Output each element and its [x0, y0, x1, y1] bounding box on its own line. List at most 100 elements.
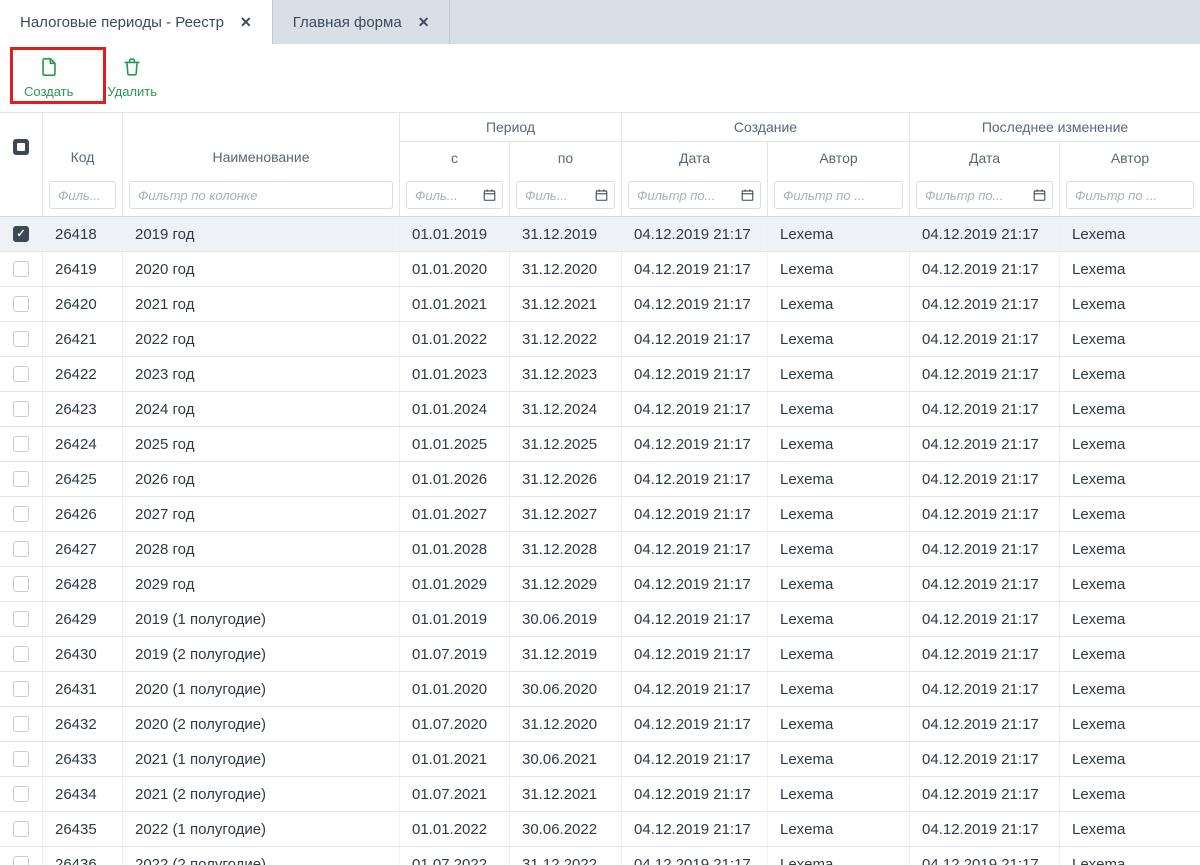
column-header-period-from[interactable]: с [400, 142, 510, 174]
row-code-cell: 26429 [43, 602, 123, 636]
table-row[interactable]: 264312020 (1 полугодие)01.01.202030.06.2… [0, 672, 1200, 707]
row-created-date-cell: 04.12.2019 21:17 [622, 532, 768, 566]
tab-main-form[interactable]: Главная форма ✕ [272, 0, 451, 44]
row-modified-author-cell: Lexema [1060, 462, 1200, 496]
row-checkbox[interactable] [13, 576, 29, 592]
row-checkbox-cell [0, 322, 43, 356]
row-checkbox[interactable] [13, 226, 29, 242]
row-created-author-cell: Lexema [768, 217, 910, 251]
column-header-created-author[interactable]: Автор [768, 142, 910, 174]
row-checkbox[interactable] [13, 681, 29, 697]
calendar-icon[interactable] [741, 189, 754, 202]
table-row[interactable]: 264272028 год01.01.202831.12.202804.12.2… [0, 532, 1200, 567]
table-row[interactable]: 264332021 (1 полугодие)01.01.202130.06.2… [0, 742, 1200, 777]
row-checkbox[interactable] [13, 821, 29, 837]
filter-input-created-author[interactable] [774, 181, 903, 209]
row-period-from-cell: 01.01.2029 [400, 567, 510, 601]
group-header-label: Период [486, 119, 535, 135]
filter-cell-name [123, 174, 400, 216]
table-row[interactable]: 264182019 год01.01.201931.12.201904.12.2… [0, 217, 1200, 252]
row-name-cell: 2019 год [123, 217, 400, 251]
table-row[interactable]: 264292019 (1 полугодие)01.01.201930.06.2… [0, 602, 1200, 637]
table-row[interactable]: 264282029 год01.01.202931.12.202904.12.2… [0, 567, 1200, 602]
column-header-label: Автор [1111, 150, 1149, 166]
row-checkbox-cell [0, 252, 43, 286]
row-checkbox[interactable] [13, 366, 29, 382]
table-row[interactable]: 264342021 (2 полугодие)01.07.202131.12.2… [0, 777, 1200, 812]
column-header-modified-date[interactable]: Дата [910, 142, 1060, 174]
row-period-to-cell: 31.12.2023 [510, 357, 622, 391]
table-row[interactable]: 264212022 год01.01.202231.12.202204.12.2… [0, 322, 1200, 357]
row-checkbox[interactable] [13, 646, 29, 662]
row-code-cell: 26435 [43, 812, 123, 846]
row-period-from-cell: 01.01.2020 [400, 252, 510, 286]
column-header-created-date[interactable]: Дата [622, 142, 768, 174]
row-modified-author-cell: Lexema [1060, 707, 1200, 741]
header-select-all-cell [0, 113, 43, 216]
table-row[interactable]: 264232024 год01.01.202431.12.202404.12.2… [0, 392, 1200, 427]
row-name-cell: 2019 (1 полугодие) [123, 602, 400, 636]
row-modified-author-cell: Lexema [1060, 392, 1200, 426]
tab-close-icon[interactable]: ✕ [240, 14, 252, 31]
row-created-date-cell: 04.12.2019 21:17 [622, 777, 768, 811]
row-created-author-cell: Lexema [768, 252, 910, 286]
row-checkbox[interactable] [13, 471, 29, 487]
tab-tax-periods-registry[interactable]: Налоговые периоды - Реестр ✕ [0, 0, 272, 44]
column-header-period-to[interactable]: по [510, 142, 622, 174]
column-header-code[interactable]: Код [43, 113, 123, 174]
table-row[interactable]: 264362022 (2 полугодие)01.07.202231.12.2… [0, 847, 1200, 865]
row-checkbox[interactable] [13, 436, 29, 452]
row-period-to-cell: 30.06.2022 [510, 812, 622, 846]
row-modified-author-cell: Lexema [1060, 287, 1200, 321]
table-row[interactable]: 264222023 год01.01.202331.12.202304.12.2… [0, 357, 1200, 392]
row-name-cell: 2020 (2 полугодие) [123, 707, 400, 741]
table-body: 264182019 год01.01.201931.12.201904.12.2… [0, 217, 1200, 865]
row-checkbox-cell [0, 812, 43, 846]
row-created-date-cell: 04.12.2019 21:17 [622, 497, 768, 531]
row-created-date-cell: 04.12.2019 21:17 [622, 287, 768, 321]
create-button[interactable]: Создать [14, 52, 83, 103]
filter-cell-code [43, 174, 123, 216]
row-period-from-cell: 01.01.2021 [400, 742, 510, 776]
row-checkbox[interactable] [13, 751, 29, 767]
row-created-author-cell: Lexema [768, 567, 910, 601]
table-row[interactable]: 264252026 год01.01.202631.12.202604.12.2… [0, 462, 1200, 497]
filter-input-name[interactable] [129, 181, 393, 209]
filter-input-modified-author[interactable] [1066, 181, 1194, 209]
row-period-to-cell: 31.12.2021 [510, 777, 622, 811]
row-checkbox[interactable] [13, 401, 29, 417]
tab-close-icon[interactable]: ✕ [418, 14, 430, 31]
row-checkbox-cell [0, 427, 43, 461]
row-period-to-cell: 30.06.2021 [510, 742, 622, 776]
table-row[interactable]: 264262027 год01.01.202731.12.202704.12.2… [0, 497, 1200, 532]
delete-button[interactable]: Удалить [97, 52, 167, 103]
table-row[interactable]: 264352022 (1 полугодие)01.01.202230.06.2… [0, 812, 1200, 847]
select-all-checkbox[interactable] [13, 139, 29, 155]
row-checkbox[interactable] [13, 716, 29, 732]
filter-input-code[interactable] [49, 181, 116, 209]
row-name-cell: 2029 год [123, 567, 400, 601]
row-checkbox[interactable] [13, 296, 29, 312]
table-row[interactable]: 264302019 (2 полугодие)01.07.201931.12.2… [0, 637, 1200, 672]
table-row[interactable]: 264242025 год01.01.202531.12.202504.12.2… [0, 427, 1200, 462]
row-checkbox[interactable] [13, 331, 29, 347]
row-checkbox[interactable] [13, 611, 29, 627]
column-header-name[interactable]: Наименование [123, 113, 400, 174]
row-checkbox[interactable] [13, 786, 29, 802]
row-checkbox-cell [0, 462, 43, 496]
row-checkbox[interactable] [13, 506, 29, 522]
table-row[interactable]: 264192020 год01.01.202031.12.202004.12.2… [0, 252, 1200, 287]
table-row[interactable]: 264202021 год01.01.202131.12.202104.12.2… [0, 287, 1200, 322]
row-period-from-cell: 01.07.2022 [400, 847, 510, 865]
column-header-modified-author[interactable]: Автор [1060, 142, 1200, 174]
row-modified-date-cell: 04.12.2019 21:17 [910, 322, 1060, 356]
row-checkbox[interactable] [13, 261, 29, 277]
filter-cell-created-date [622, 174, 768, 216]
table-row[interactable]: 264322020 (2 полугодие)01.07.202031.12.2… [0, 707, 1200, 742]
row-checkbox[interactable] [13, 541, 29, 557]
row-checkbox[interactable] [13, 856, 29, 865]
calendar-icon[interactable] [483, 189, 496, 202]
row-modified-date-cell: 04.12.2019 21:17 [910, 252, 1060, 286]
calendar-icon[interactable] [1033, 189, 1046, 202]
calendar-icon[interactable] [595, 189, 608, 202]
